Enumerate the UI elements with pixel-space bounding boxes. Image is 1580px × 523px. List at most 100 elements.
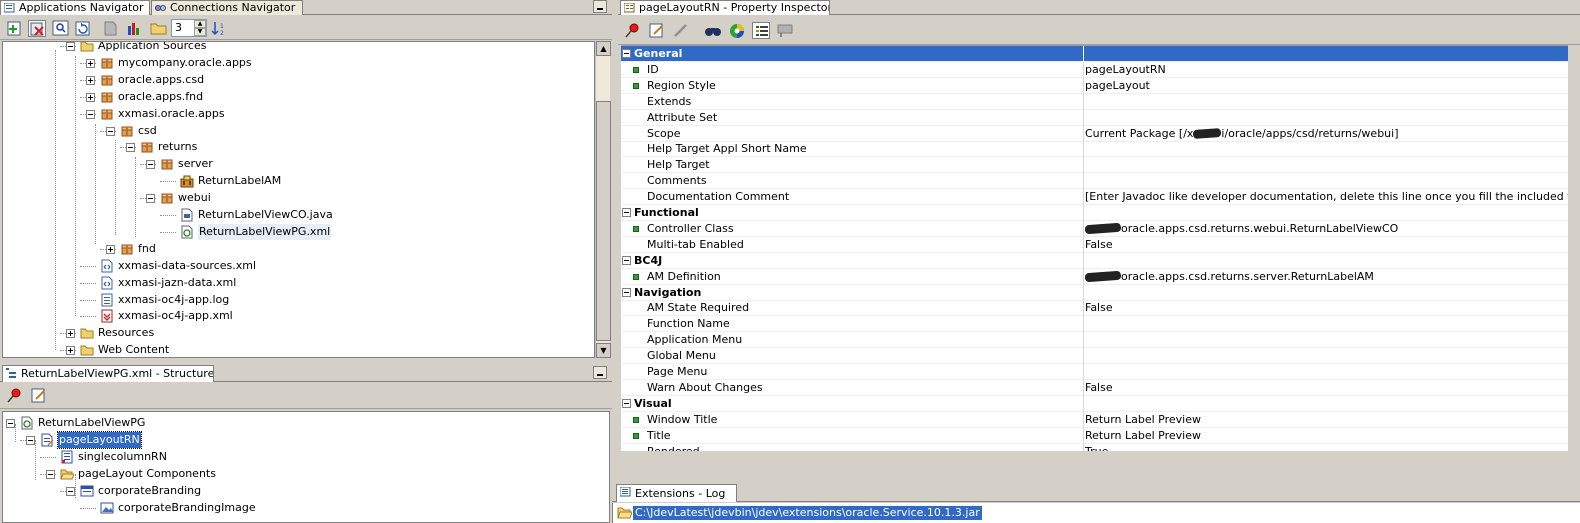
inspector-edit-button[interactable] xyxy=(648,22,666,39)
tree-row[interactable]: corporateBrandingImage xyxy=(3,500,609,516)
property-category[interactable]: Navigation xyxy=(621,284,1568,301)
property-row[interactable]: ID pageLayoutRN xyxy=(621,61,1568,78)
property-row[interactable]: Documentation Comment [Enter Javadoc like… xyxy=(621,189,1568,206)
tree-row[interactable]: csd xyxy=(3,123,594,139)
collapse-button[interactable] xyxy=(66,42,75,51)
remove-button[interactable] xyxy=(28,20,46,37)
property-value[interactable]: True xyxy=(1085,444,1568,452)
expand-button[interactable] xyxy=(86,58,95,68)
property-value[interactable]: Return Label Preview xyxy=(1085,428,1568,443)
property-value[interactable]: Current Package [/x i/oracle/apps/csd/ret… xyxy=(1085,126,1568,141)
collapse-category-button[interactable] xyxy=(622,208,631,217)
collapse-button[interactable] xyxy=(86,109,95,119)
spinner-up-button[interactable]: ▲ xyxy=(194,20,206,28)
categorize-button[interactable] xyxy=(752,22,770,39)
pin-button[interactable] xyxy=(6,387,24,404)
property-row[interactable]: Rendered True xyxy=(621,443,1568,452)
folder-button[interactable] xyxy=(150,20,168,37)
edit-button[interactable] xyxy=(30,387,48,404)
expand-button[interactable] xyxy=(86,92,95,102)
tree-row[interactable]: xxmasi.oracle.apps xyxy=(3,106,594,122)
tree-row[interactable]: oracle.apps.csd xyxy=(3,72,594,88)
tree-row[interactable]: ReturnLabelAM xyxy=(3,173,594,189)
expand-button[interactable] xyxy=(66,329,75,339)
tree-row[interactable]: pageLayout Components xyxy=(3,466,609,482)
property-row[interactable]: Help Target xyxy=(621,157,1568,174)
tree-row[interactable]: xxmasi-oc4j-app.xml xyxy=(3,308,594,324)
expand-button[interactable] xyxy=(106,244,115,254)
property-row[interactable]: Warn About Changes False xyxy=(621,379,1568,396)
expand-button[interactable] xyxy=(86,75,95,85)
property-row[interactable]: Comments xyxy=(621,173,1568,190)
collapse-category-button[interactable] xyxy=(622,49,631,58)
tab-property-inspector[interactable]: pageLayoutRN - Property Inspector xyxy=(620,0,830,15)
tree-row[interactable]: corporateBranding xyxy=(3,483,609,499)
tree-row[interactable]: xxmasi-oc4j-app.log xyxy=(3,292,594,308)
tab-extensions-log[interactable]: Extensions - Log xyxy=(616,484,737,502)
collapse-button[interactable] xyxy=(126,143,135,153)
tree-row[interactable]: server xyxy=(3,156,594,172)
color-button[interactable] xyxy=(728,22,746,39)
new-button[interactable] xyxy=(6,20,24,37)
tree-row[interactable]: Resources xyxy=(3,325,594,341)
collapse-category-button[interactable] xyxy=(622,255,631,265)
property-row[interactable]: Page Menu xyxy=(621,364,1568,380)
collapse-button[interactable] xyxy=(106,126,115,136)
property-value[interactable]: pageLayout xyxy=(1085,78,1568,93)
property-row[interactable]: Region Style pageLayout xyxy=(621,77,1568,94)
collapse-category-button[interactable] xyxy=(622,287,631,297)
property-row[interactable]: Application Menu xyxy=(621,332,1568,349)
property-value[interactable]: False xyxy=(1085,380,1568,395)
property-category[interactable]: BC4J xyxy=(621,252,1568,269)
property-row[interactable]: Controller Class oracle.apps.csd.returns.… xyxy=(621,220,1568,237)
property-row[interactable]: Function Name xyxy=(621,316,1568,333)
scroll-down-button[interactable]: ▼ xyxy=(596,343,611,358)
collapse-button[interactable] xyxy=(46,469,55,479)
sort-order-button[interactable]: 12 xyxy=(211,20,229,37)
property-category[interactable]: General xyxy=(621,46,1568,62)
tree-row[interactable]: Web Content xyxy=(3,342,594,357)
tree-row[interactable]: singlecolumnRN xyxy=(3,449,609,465)
level-spinner[interactable]: 3 ▲ ▼ xyxy=(171,19,207,37)
minimize-navigator-button[interactable] xyxy=(593,0,607,13)
property-value[interactable]: False xyxy=(1085,237,1568,252)
property-row[interactable]: Scope Current Package [/x i/oracle/apps/cs… xyxy=(621,125,1568,142)
tree-row[interactable]: fnd xyxy=(3,241,594,257)
spinner-down-button[interactable]: ▼ xyxy=(194,28,206,36)
tree-row[interactable]: returns xyxy=(3,139,594,155)
minimize-structure-button[interactable] xyxy=(593,366,607,379)
collapse-button[interactable] xyxy=(66,486,75,496)
expand-button[interactable] xyxy=(66,346,75,356)
property-category[interactable]: Visual xyxy=(621,395,1568,412)
collapse-button[interactable] xyxy=(26,435,35,445)
property-row[interactable]: AM Definition oracle.apps.csd.returns.ser… xyxy=(621,268,1568,285)
application-tree-scrollbar[interactable]: ▲ ▼ xyxy=(595,41,611,358)
inspector-pencil-button[interactable] xyxy=(672,22,690,39)
find-property-button[interactable] xyxy=(704,22,722,39)
property-value[interactable]: pageLayoutRN xyxy=(1085,62,1568,77)
sort-button[interactable] xyxy=(126,20,144,37)
find-button[interactable] xyxy=(52,20,70,37)
tree-row[interactable]: ReturnLabelViewPG xyxy=(3,415,609,431)
property-value[interactable]: Return Label Preview xyxy=(1085,412,1568,427)
tree-row[interactable]: oracle.apps.fnd xyxy=(3,89,594,105)
tree-row[interactable]: Application Sources xyxy=(3,42,594,54)
property-row[interactable]: Help Target Appl Short Name xyxy=(621,141,1568,158)
tab-applications-navigator[interactable]: Applications Navigator xyxy=(0,0,150,15)
property-value[interactable]: False xyxy=(1085,300,1568,315)
tree-row[interactable]: pageLayoutRN xyxy=(3,430,609,449)
scroll-up-button[interactable]: ▲ xyxy=(596,41,611,56)
tab-connections-navigator[interactable]: Connections Navigator xyxy=(151,0,303,15)
property-value[interactable]: oracle.apps.csd.returns.webui.ReturnLabe… xyxy=(1085,221,1568,236)
tab-structure[interactable]: ReturnLabelViewPG.xml - Structure xyxy=(2,365,214,382)
tree-row[interactable]: xxmasi-data-sources.xml xyxy=(3,258,594,274)
collapse-button[interactable] xyxy=(6,419,15,428)
collapse-category-button[interactable] xyxy=(622,398,631,408)
properties-button[interactable] xyxy=(102,20,120,37)
property-row[interactable]: Title Return Label Preview xyxy=(621,427,1568,444)
property-row[interactable]: Extends xyxy=(621,93,1568,110)
property-row[interactable]: AM State Required False xyxy=(621,300,1568,317)
description-button[interactable] xyxy=(776,22,794,39)
property-row[interactable]: Global Menu xyxy=(621,348,1568,365)
tree-row[interactable]: webui xyxy=(3,190,594,206)
